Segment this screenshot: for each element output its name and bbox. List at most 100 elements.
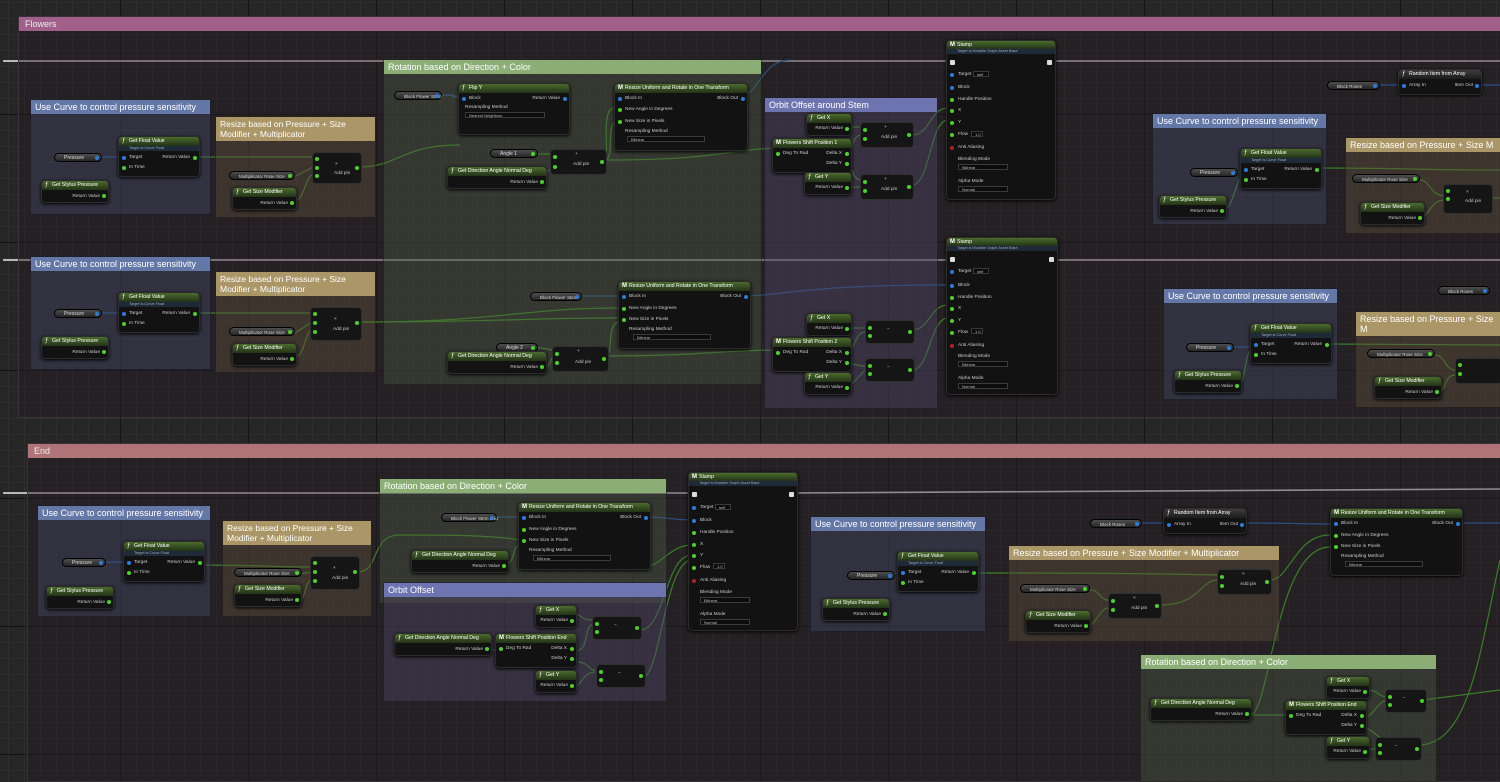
multiplicator-rose-size-variable[interactable]: Multiplicator Rose Size (1020, 584, 1090, 593)
node-pin[interactable] (845, 361, 849, 365)
multiply-node[interactable]: × Add pin (312, 152, 362, 184)
node-pin[interactable] (295, 598, 299, 602)
node-pin[interactable] (950, 60, 955, 65)
pressure-variable[interactable]: Pressure (1190, 168, 1238, 177)
node-pin[interactable] (1084, 624, 1088, 628)
node-pin[interactable] (1245, 712, 1249, 716)
stamp-node[interactable]: Stamp Target is Mutable Graph Asset Base… (946, 40, 1056, 200)
node-pin[interactable] (845, 127, 849, 131)
node-pin[interactable] (1254, 343, 1258, 347)
get-direction-angle-node[interactable]: Get Direction Angle Normal Deg Return Va… (394, 633, 492, 656)
multiplicator-rose-size-variable[interactable]: Multiplicator Rose Size (234, 568, 302, 577)
node-pin[interactable] (845, 327, 849, 331)
node-pin[interactable] (950, 307, 954, 311)
dropdown[interactable]: 1.0 (971, 328, 983, 334)
output-pin[interactable] (1231, 171, 1235, 175)
node-pin[interactable] (485, 647, 489, 651)
get-stylus-pressure-node[interactable]: Get Stylus Pressure Return Value (1159, 195, 1227, 218)
node-pin[interactable] (1446, 189, 1450, 193)
node-pin[interactable] (950, 146, 954, 150)
subtract-node[interactable]: − (596, 664, 646, 688)
node-pin[interactable] (102, 194, 106, 198)
get-y-node[interactable]: Get Y Return Value (535, 670, 577, 693)
node-pin[interactable] (692, 531, 696, 535)
node-pin[interactable] (522, 539, 526, 543)
block-roses-variable[interactable]: Block Roses (1438, 286, 1490, 295)
node-pin[interactable] (1047, 60, 1052, 65)
block-flower-stem-variable[interactable]: Block Flower Stem (530, 292, 582, 301)
node-pin[interactable] (313, 579, 317, 583)
node-pin[interactable] (1402, 84, 1406, 88)
output-pin[interactable] (95, 312, 99, 316)
node-pin[interactable] (313, 570, 317, 574)
node-pin[interactable] (522, 516, 526, 520)
node-pin[interactable] (692, 543, 696, 547)
node-pin[interactable] (198, 561, 202, 565)
get-size-modifier-node[interactable]: Get Size Modifier Return Value (234, 584, 302, 607)
node-pin[interactable] (1388, 695, 1392, 699)
subtract-node[interactable]: − (592, 616, 642, 640)
node-pin[interactable] (868, 334, 872, 338)
node-pin[interactable] (1334, 534, 1338, 538)
flip-y-node[interactable]: Flip Y Block Return Value Resampling Met… (458, 83, 570, 135)
node-pin[interactable] (845, 152, 849, 156)
block-roses-variable[interactable]: Block Roses (1090, 519, 1142, 528)
get-float-value-node[interactable]: Get Float Value Target is Curve Float Ta… (897, 551, 979, 592)
output-pin[interactable] (575, 295, 579, 299)
output-pin[interactable] (1227, 346, 1231, 350)
block-flower-stem-variable[interactable]: Block Flower Stem (394, 91, 442, 100)
dropdown[interactable]: Bilinear (627, 136, 705, 142)
node-pin[interactable] (122, 312, 126, 316)
output-pin[interactable] (1413, 177, 1417, 181)
node-pin[interactable] (1435, 390, 1439, 394)
node-pin[interactable] (502, 564, 506, 568)
multiplicator-rose-size-variable[interactable]: Multiplicator Rose Size (1367, 349, 1435, 358)
dropdown[interactable]: Normal (958, 186, 1008, 192)
subtract-node[interactable]: − (865, 358, 915, 382)
node-pin[interactable] (622, 307, 626, 311)
add-node[interactable]: + Add pin (860, 174, 914, 200)
node-pin[interactable] (950, 121, 954, 125)
node-pin[interactable] (950, 344, 954, 348)
node-pin[interactable] (950, 319, 954, 323)
node-pin[interactable] (522, 528, 526, 532)
node-pin[interactable] (692, 519, 696, 523)
node-pin[interactable] (1363, 750, 1367, 754)
node-pin[interactable] (744, 295, 748, 299)
node-pin[interactable] (901, 571, 905, 575)
get-size-modifier-node[interactable]: Get Size Modifier Return Value (1025, 610, 1091, 633)
multiply-node[interactable]: × Add pin (1217, 569, 1272, 595)
node-pin[interactable] (1220, 575, 1224, 579)
node-pin[interactable] (1289, 714, 1293, 718)
random-item-node[interactable]: Random Item from Array Array In Item Out (1163, 508, 1247, 534)
dropdown[interactable]: self (973, 268, 989, 274)
output-pin[interactable] (288, 330, 292, 334)
dropdown[interactable]: self (973, 71, 989, 77)
get-x-node[interactable]: Get X Return Value (806, 313, 852, 336)
node-pin[interactable] (1458, 363, 1462, 367)
node-pin[interactable] (499, 647, 503, 651)
flowers-shift-position-node[interactable]: Flowers Shift Position End Deg To Rad De… (495, 633, 577, 668)
node-pin[interactable] (355, 321, 359, 325)
node-pin[interactable] (1325, 343, 1329, 347)
node-pin[interactable] (313, 561, 317, 565)
dropdown[interactable]: Normal (700, 619, 750, 625)
output-pin[interactable] (435, 94, 439, 98)
resize-uniform-rotate-node[interactable]: Resize Uniform and Rotate in One Transfo… (518, 502, 651, 570)
node-pin[interactable] (193, 156, 197, 160)
dropdown[interactable]: Bilinear (958, 361, 1008, 367)
node-pin[interactable] (553, 165, 557, 169)
node-pin[interactable] (193, 312, 197, 316)
dropdown[interactable]: Bilinear (533, 555, 611, 561)
node-pin[interactable] (127, 561, 131, 565)
dropdown[interactable]: Normal (958, 383, 1008, 389)
node-pin[interactable] (1360, 714, 1364, 718)
pressure-variable[interactable]: Pressure (62, 558, 106, 567)
node-pin[interactable] (692, 554, 696, 558)
get-direction-angle-node[interactable]: Get Direction Angle Normal Deg Return Va… (447, 166, 547, 189)
resize-uniform-rotate-node[interactable]: Resize Uniform and Rotate in One Transfo… (614, 83, 748, 151)
node-pin[interactable] (462, 97, 466, 101)
node-pin[interactable] (776, 351, 780, 355)
node-pin[interactable] (950, 257, 955, 262)
node-pin[interactable] (600, 160, 604, 164)
